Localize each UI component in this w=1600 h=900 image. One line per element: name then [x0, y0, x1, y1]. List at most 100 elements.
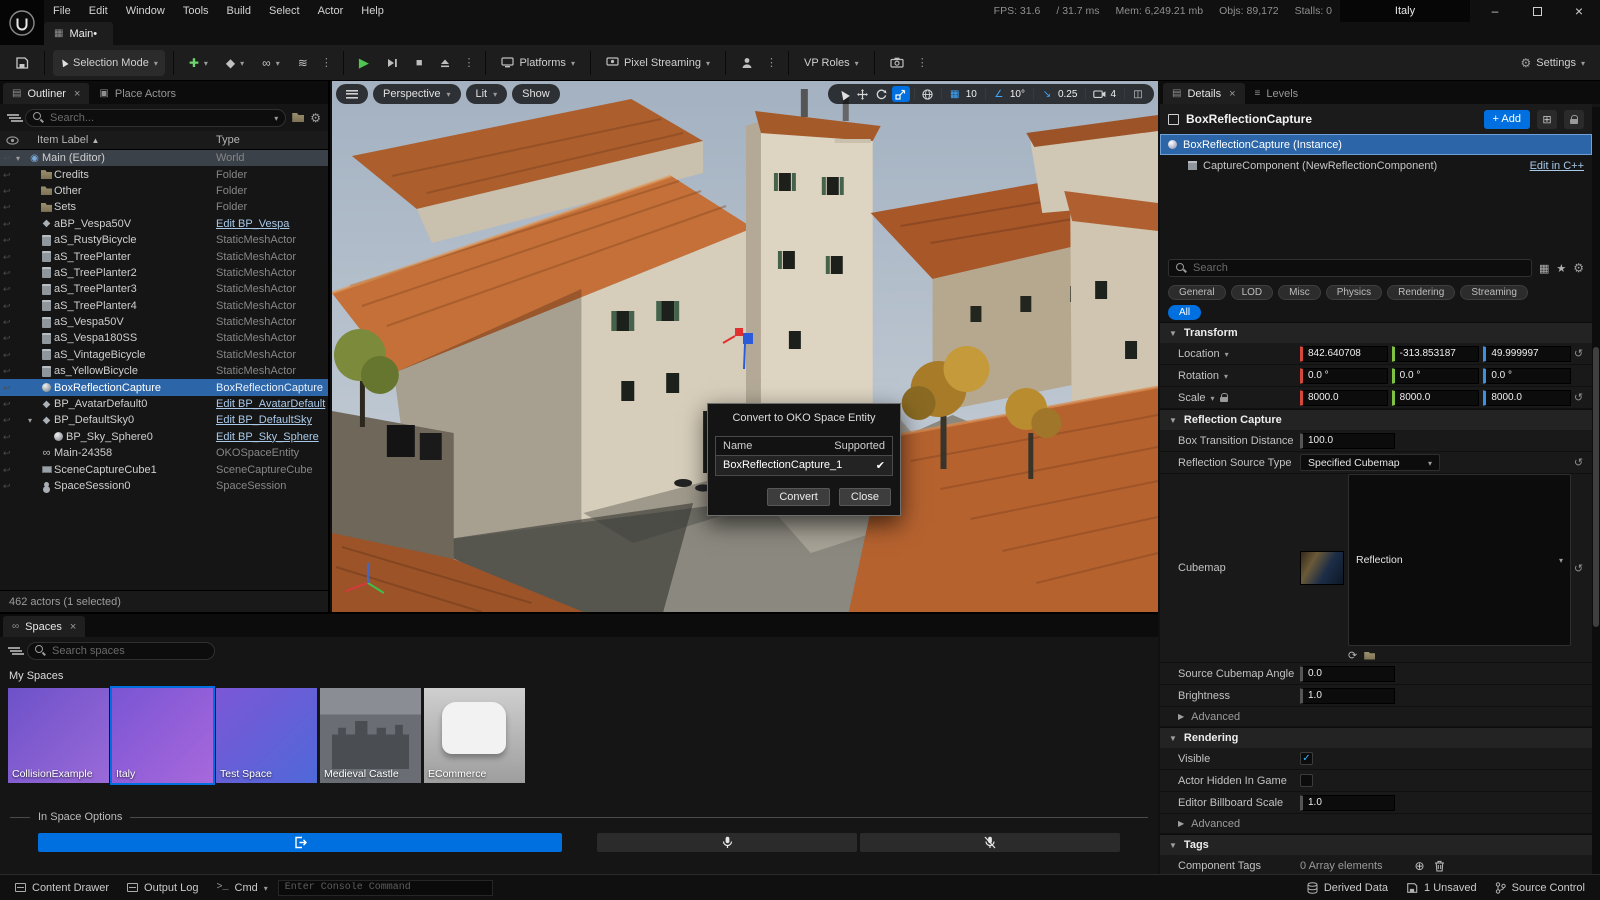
lock-button[interactable]	[1564, 110, 1584, 129]
outliner-row[interactable]: aS_TreePlanter StaticMeshActor	[0, 248, 328, 264]
avatar-options-dots[interactable]: ⋮	[764, 56, 780, 69]
filter-pill[interactable]: Rendering	[1387, 285, 1455, 300]
save-button[interactable]	[8, 50, 36, 76]
tab-levels[interactable]: ≡ Levels	[1246, 83, 1308, 104]
select-tool-button[interactable]	[835, 86, 853, 102]
outliner-row[interactable]: Other Folder	[0, 183, 328, 199]
curves-button[interactable]: ≋	[291, 50, 315, 76]
eye-icon[interactable]	[6, 136, 19, 145]
outliner-row[interactable]: Main-24358 OKOSpaceEntity	[0, 445, 328, 461]
close-icon[interactable]: ×	[74, 88, 80, 100]
pin-icon[interactable]	[3, 480, 16, 492]
outliner-row[interactable]: Credits Folder	[0, 166, 328, 182]
dialog-table-row[interactable]: BoxReflectionCapture_1 ✔	[716, 456, 892, 475]
pin-icon[interactable]	[3, 185, 16, 197]
billboard-scale-input[interactable]: 1.0	[1300, 795, 1395, 811]
avatar-button[interactable]	[734, 50, 760, 76]
outliner-row[interactable]: as_YellowBicycle StaticMeshActor	[0, 363, 328, 379]
vp-roles-dropdown[interactable]: VP Roles	[797, 50, 866, 76]
brightness-input[interactable]: 1.0	[1300, 688, 1395, 704]
display-options-icon[interactable]: ▦	[1539, 262, 1549, 275]
rotation-label[interactable]: Rotation	[1178, 370, 1300, 382]
scale-z-input[interactable]: 8000.0	[1483, 390, 1571, 406]
unreal-logo[interactable]	[0, 0, 44, 45]
pin-icon[interactable]	[3, 382, 16, 394]
section-transform[interactable]: ▼Transform	[1160, 322, 1592, 343]
rotation-snap-toggle-button[interactable]: ∠	[990, 86, 1008, 102]
outliner-row[interactable]: BP_Sky_Sphere0 Edit BP_Sky_Sphere	[0, 429, 328, 445]
menu-item[interactable]: Help	[352, 0, 393, 22]
pin-icon[interactable]	[3, 201, 16, 213]
details-scrollbar[interactable]	[1592, 107, 1600, 874]
camera-button[interactable]	[883, 50, 911, 76]
enter-space-button[interactable]	[38, 833, 562, 852]
menu-item[interactable]: Build	[218, 0, 260, 22]
grid-snap-toggle-button[interactable]: ▦	[946, 86, 964, 102]
details-settings-gear-icon[interactable]: ⚙	[1573, 261, 1584, 275]
output-log-button[interactable]: Output Log	[119, 878, 206, 898]
microphone-button[interactable]	[597, 833, 857, 852]
unsaved-button[interactable]: 1 Unsaved	[1398, 878, 1485, 898]
outliner-row[interactable]: aS_TreePlanter2 StaticMeshActor	[0, 265, 328, 281]
tab-place-actors[interactable]: ▣ Place Actors	[90, 83, 185, 104]
outliner-row[interactable]: Main (Editor) World	[0, 150, 328, 166]
convert-button[interactable]: Convert	[767, 488, 830, 506]
reset-to-default-icon[interactable]: ↺	[1571, 391, 1586, 404]
outliner-row[interactable]: aS_TreePlanter3 StaticMeshActor	[0, 281, 328, 297]
location-x-input[interactable]: 842.640708	[1300, 346, 1388, 362]
pixel-streaming-dropdown[interactable]: Pixel Streaming	[599, 50, 717, 76]
filter-pill[interactable]: Streaming	[1460, 285, 1528, 300]
filter-pill-all[interactable]: All	[1168, 305, 1201, 320]
edit-in-cpp-link[interactable]: Edit in C++	[1530, 160, 1584, 172]
pin-icon[interactable]	[3, 365, 16, 377]
spaces-search-input[interactable]	[27, 642, 215, 660]
menu-item[interactable]: Actor	[309, 0, 353, 22]
stop-button[interactable]: ■	[409, 50, 430, 76]
outliner-settings-gear-icon[interactable]: ⚙	[310, 111, 321, 125]
play-button[interactable]: ▶	[352, 50, 376, 76]
outliner-row[interactable]: SpaceSession0 SpaceSession	[0, 478, 328, 494]
tab-main-level[interactable]: ▦ Main•	[44, 22, 113, 45]
component-row-instance[interactable]: BoxReflectionCapture (Instance)	[1160, 134, 1592, 155]
section-tags[interactable]: ▼Tags	[1160, 834, 1592, 855]
close-icon[interactable]: ×	[70, 621, 76, 633]
outliner-row[interactable]: aS_VintageBicycle StaticMeshActor	[0, 347, 328, 363]
play-options-dots[interactable]: ⋮	[461, 56, 477, 69]
add-component-button[interactable]: + Add	[1484, 110, 1530, 129]
visible-checkbox[interactable]	[1300, 752, 1313, 765]
minimize-button[interactable]: –	[1474, 0, 1516, 22]
world-space-toggle-button[interactable]	[919, 86, 937, 102]
console-command-input[interactable]	[278, 880, 493, 896]
reflection-source-type-dropdown[interactable]: Specified Cubemap	[1300, 454, 1440, 471]
pin-icon[interactable]	[3, 152, 16, 164]
pin-icon[interactable]	[3, 447, 16, 459]
reset-to-default-icon[interactable]: ↺	[1571, 562, 1586, 575]
outliner-row[interactable]: Sets Folder	[0, 199, 328, 215]
pin-icon[interactable]	[3, 300, 16, 312]
outliner-row[interactable]: BP_AvatarDefault0 Edit BP_AvatarDefault	[0, 396, 328, 412]
reset-to-default-icon[interactable]: ↺	[1571, 347, 1586, 360]
scale-label[interactable]: Scale	[1178, 392, 1300, 404]
pin-icon[interactable]	[3, 267, 16, 279]
space-card[interactable]: Medieval Castle	[320, 688, 421, 783]
tab-outliner[interactable]: ▤ Outliner ×	[3, 83, 89, 104]
actor-hidden-checkbox[interactable]	[1300, 774, 1313, 787]
space-card[interactable]: Italy	[112, 688, 213, 783]
outliner-row[interactable]: aS_RustyBicycle StaticMeshActor	[0, 232, 328, 248]
filter-icon[interactable]	[8, 646, 20, 656]
pin-icon[interactable]	[3, 218, 16, 230]
close-icon[interactable]: ×	[1229, 88, 1235, 100]
cinematics-dropdown[interactable]: ∞	[255, 50, 287, 76]
browse-icon[interactable]: ⊞	[1537, 110, 1557, 129]
cmd-dropdown[interactable]: >_ Cmd	[208, 878, 275, 898]
space-card[interactable]: CollisionExample	[8, 688, 109, 783]
close-dialog-button[interactable]: Close	[839, 488, 891, 506]
filter-icon[interactable]	[7, 113, 19, 123]
maximize-viewport-button[interactable]: ◫	[1129, 86, 1147, 102]
location-label[interactable]: Location	[1178, 348, 1300, 360]
camera-speed-button[interactable]	[1090, 86, 1108, 102]
eject-button[interactable]	[433, 50, 457, 76]
scale-y-input[interactable]: 8000.0	[1392, 390, 1480, 406]
menu-item[interactable]: Tools	[174, 0, 218, 22]
new-folder-icon[interactable]	[292, 113, 304, 122]
